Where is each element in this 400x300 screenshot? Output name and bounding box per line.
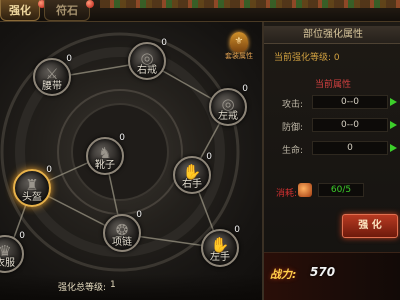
slot-label: 衣服 xyxy=(0,258,15,269)
tab-rune-stone[interactable]: 符石 xyxy=(44,0,90,21)
slot-ring-left[interactable]: ◎ 0 左戒 xyxy=(209,84,248,126)
total-level-bar: 强化总等级: 1 xyxy=(0,274,262,300)
attr-row-defense: 防御: 0--0 xyxy=(264,118,400,134)
slot-ring-right[interactable]: ◎ 0 右戒 xyxy=(128,38,167,80)
slot-label: 头盔 xyxy=(22,192,42,203)
attribute-panel: 部位强化属性 当前强化等级: 0 当前属性 攻击: 0--0 防御: 0--0 … xyxy=(262,22,400,300)
slot-label: 腰带 xyxy=(42,81,62,92)
cost-row: 消耗: 60/5 xyxy=(264,182,400,202)
slot-label: 靴子 xyxy=(95,160,115,171)
attr-value: 0 xyxy=(312,141,388,155)
slot-level: 0 xyxy=(242,84,248,94)
top-bar: 强化 符石 xyxy=(0,0,400,22)
slot-hand-right[interactable]: ✋ 0 右手 xyxy=(173,152,212,194)
cost-label: 消耗: xyxy=(276,189,298,199)
attr-key: 攻击: xyxy=(282,100,304,110)
tab-strengthen[interactable]: 强化 xyxy=(0,0,40,21)
attr-key: 防御: xyxy=(282,123,304,133)
slot-armor[interactable]: ♛ 0 衣服 xyxy=(0,231,25,273)
red-gem-icon xyxy=(86,0,94,8)
attr-row-attack: 攻击: 0--0 xyxy=(264,95,400,111)
crest-icon: ⚜ xyxy=(230,32,248,52)
slot-level: 0 xyxy=(66,54,72,64)
attr-value: 0--0 xyxy=(312,118,388,132)
combat-power-bar: 战力: 570 xyxy=(264,252,400,300)
slot-level: 0 xyxy=(119,133,125,143)
total-level-label: 强化总等级: xyxy=(58,283,107,293)
total-level-value: 1 xyxy=(110,280,116,290)
equipment-stage: ⚜ 套装属性 ⚔ 0 腰带 ◎ 0 右戒 ◎ 0 左戒 ♞ 0 靴子 ✋ 0 右… xyxy=(0,22,262,300)
slot-label: 左手 xyxy=(210,252,230,263)
slot-shoes[interactable]: ♞ 0 靴子 xyxy=(86,133,125,175)
item-icon-strip xyxy=(100,0,400,8)
slot-level: 0 xyxy=(161,38,167,48)
cost-value: 60/5 xyxy=(318,183,364,197)
attr-value: 0--0 xyxy=(312,95,388,109)
combat-power-value: 570 xyxy=(310,265,336,279)
slot-hand-left[interactable]: ✋ 0 左手 xyxy=(201,225,240,267)
suit-attribute-caption: 套装属性 xyxy=(225,52,253,60)
slot-label: 右戒 xyxy=(137,65,157,76)
current-level-text: 当前强化等级: 0 xyxy=(274,53,340,63)
suit-attribute-emblem[interactable]: ⚜ 套装属性 xyxy=(222,32,256,62)
attr-row-life: 生命: 0 xyxy=(264,141,400,157)
slot-helmet[interactable]: ♜ 0 头盔 xyxy=(13,165,52,207)
increase-arrow-icon xyxy=(390,98,397,106)
slot-level: 0 xyxy=(136,210,142,220)
slot-level: 0 xyxy=(234,225,240,235)
increase-arrow-icon xyxy=(390,144,397,152)
slot-level: 0 xyxy=(206,152,212,162)
attr-key: 生命: xyxy=(282,146,304,156)
strengthen-stone-icon xyxy=(298,183,312,197)
slot-level: 0 xyxy=(46,165,52,175)
slot-label: 左戒 xyxy=(218,111,238,122)
current-attrs-title: 当前属性 xyxy=(314,80,351,90)
slot-level: 0 xyxy=(19,231,25,241)
slot-label: 项链 xyxy=(112,237,132,248)
slot-necklace[interactable]: ❂ 0 项链 xyxy=(103,210,142,252)
strengthen-button[interactable]: 强 化 xyxy=(342,214,398,238)
combat-power-label: 战力: xyxy=(270,268,297,281)
slot-belt[interactable]: ⚔ 0 腰带 xyxy=(33,54,72,96)
increase-arrow-icon xyxy=(390,121,397,129)
panel-title: 部位强化属性 xyxy=(264,26,400,44)
slot-label: 右手 xyxy=(182,179,202,190)
